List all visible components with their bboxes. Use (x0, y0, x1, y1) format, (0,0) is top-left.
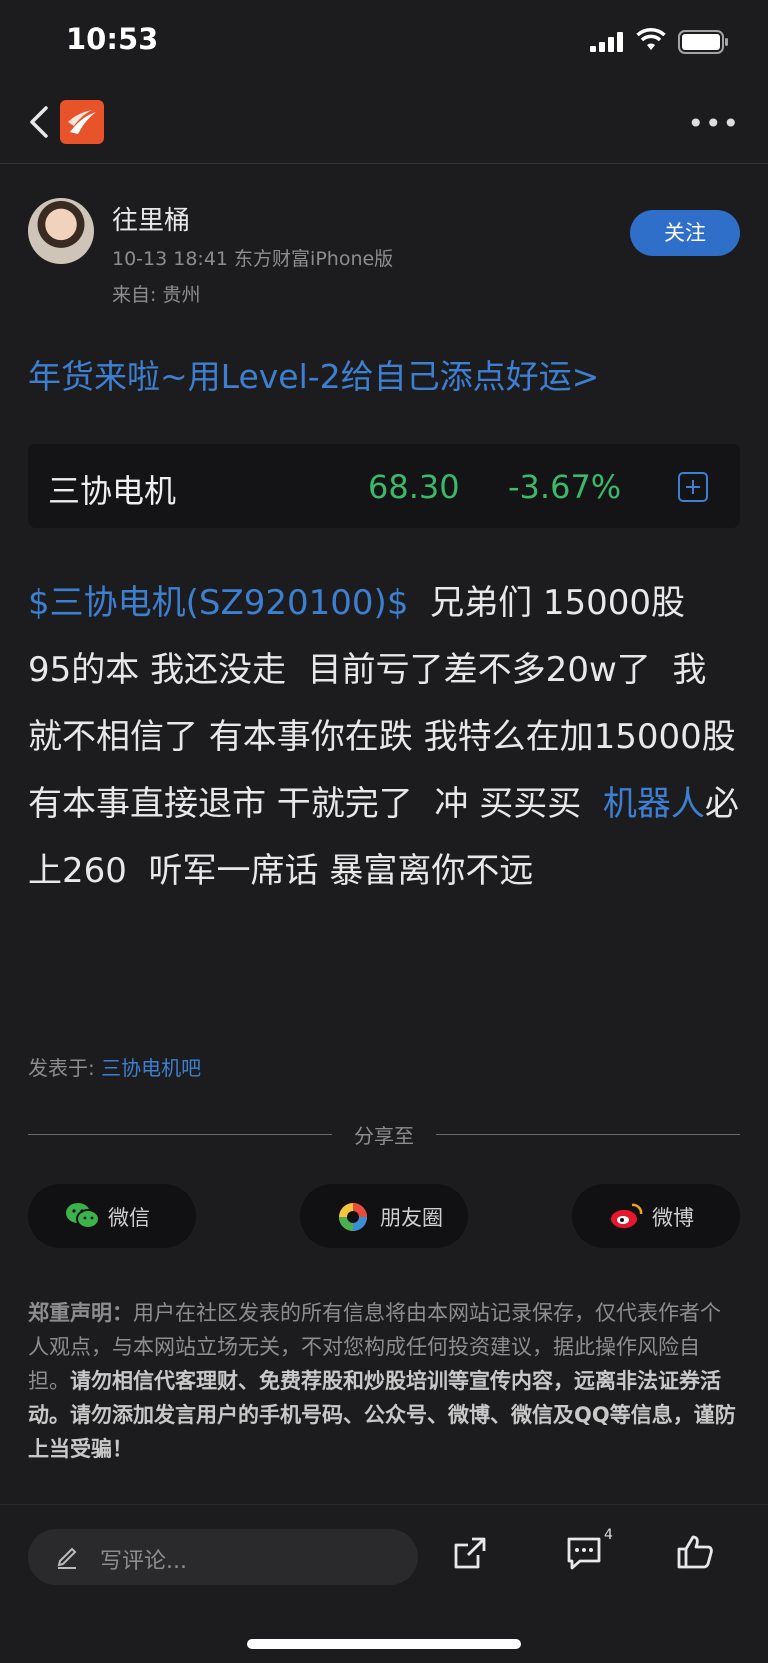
stock-quote-card[interactable]: 三协电机 68.30 -3.67% (28, 444, 740, 528)
share-wechat-label: 微信 (108, 1206, 150, 1230)
stock-tag-link[interactable]: $三协电机(SZ920100)$ (28, 583, 408, 623)
status-bar: 10:53 (0, 0, 768, 84)
follow-button[interactable]: 关注 (630, 210, 740, 256)
share-weibo-button[interactable]: 微博 (572, 1184, 740, 1248)
status-time: 10:53 (66, 22, 159, 56)
battery-icon (678, 30, 728, 54)
weibo-icon (611, 1203, 643, 1228)
posted-in: 发表于: 三协电机吧 (28, 1052, 201, 1081)
pen-icon (57, 1547, 77, 1569)
stock-change: -3.67% (508, 468, 622, 506)
more-icon[interactable]: ••• (687, 110, 740, 138)
share-weibo-label: 微博 (652, 1206, 694, 1230)
divider-line (28, 1134, 332, 1135)
nav-bar: ••• (0, 84, 768, 164)
comment-input[interactable]: 写评论... (28, 1529, 418, 1585)
add-watchlist-icon[interactable] (678, 472, 708, 502)
thumbs-up-icon[interactable] (676, 1533, 714, 1571)
comment-icon[interactable] (566, 1535, 602, 1571)
author-name[interactable]: 往里桶 (112, 200, 190, 237)
disclaimer-warning: 请勿相信代客理财、免费荐股和炒股培训等宣传内容，远离非法证券活动。请勿添加发言用… (28, 1369, 736, 1461)
promo-link[interactable]: 年货来啦~用Level-2给自己添点好运> (28, 350, 599, 398)
disclaimer: 郑重声明：用户在社区发表的所有信息将由本网站记录保存，仅代表作者个人观点，与本网… (28, 1296, 740, 1466)
avatar[interactable] (28, 198, 94, 264)
moments-icon (339, 1203, 367, 1231)
share-divider: 分享至 (28, 1120, 740, 1150)
forum-link[interactable]: 三协电机吧 (101, 1056, 201, 1080)
posted-in-label: 发表于: (28, 1056, 102, 1080)
share-title: 分享至 (354, 1124, 414, 1148)
post-meta: 10-13 18:41 东方财富iPhone版 (112, 248, 394, 270)
back-icon[interactable] (22, 100, 58, 144)
post-body: $三协电机(SZ920100)$ 兄弟们 15000股 95的本 我还没走 目前… (28, 570, 740, 905)
wechat-icon (66, 1203, 100, 1229)
home-indicator (247, 1639, 521, 1649)
wifi-icon (636, 28, 666, 50)
disclaimer-heading: 郑重声明： (28, 1301, 133, 1325)
stock-name: 三协电机 (48, 472, 177, 510)
signal-icon (590, 32, 623, 52)
stock-price: 68.30 (368, 468, 460, 506)
bottom-action-bar: 写评论... 4 (0, 1504, 768, 1663)
author-location: 来自: 贵州 (112, 284, 201, 306)
share-wechat-button[interactable]: 微信 (28, 1184, 196, 1248)
share-moments-button[interactable]: 朋友圈 (300, 1184, 468, 1248)
author-header: 往里桶 10-13 18:41 东方财富iPhone版 来自: 贵州 关注 (28, 198, 740, 308)
share-icon[interactable] (452, 1535, 488, 1571)
topic-link[interactable]: 机器人 (603, 784, 705, 824)
comment-count: 4 (604, 1527, 613, 1543)
app-logo-icon (60, 100, 104, 144)
comment-placeholder: 写评论... (100, 1549, 187, 1574)
share-moments-label: 朋友圈 (380, 1206, 443, 1230)
divider-line (436, 1134, 740, 1135)
